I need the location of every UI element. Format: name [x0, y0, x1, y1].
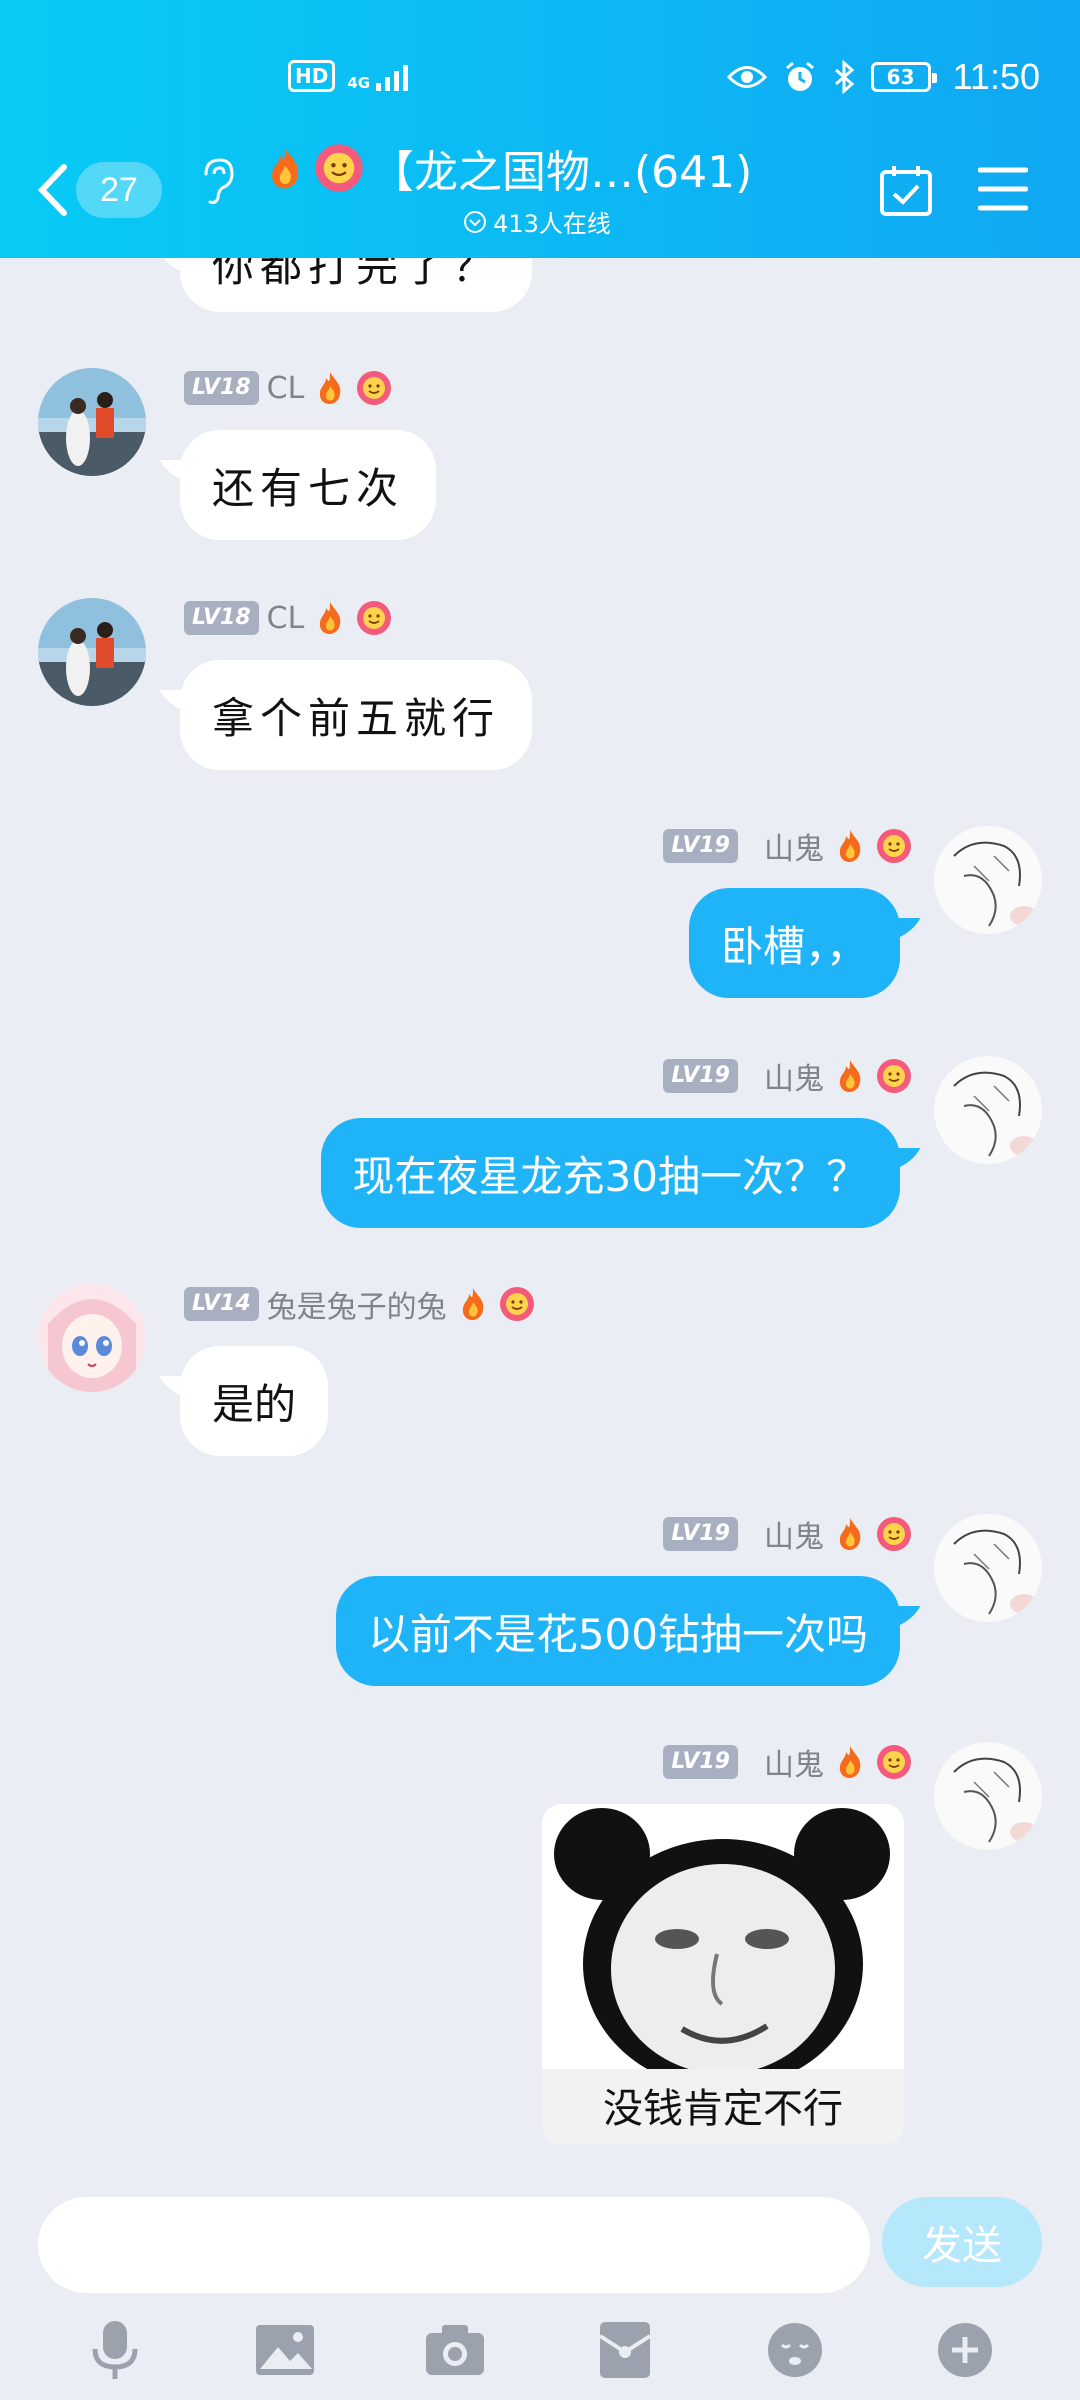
- ear-icon[interactable]: [200, 156, 236, 210]
- sender-name[interactable]: 山鬼: [764, 1740, 824, 1784]
- message-bubble[interactable]: 拿个前五就行: [180, 660, 533, 770]
- fire-icon: [462, 1288, 483, 1320]
- send-button[interactable]: 发送: [882, 2197, 1042, 2287]
- emoji-button[interactable]: [760, 2315, 830, 2385]
- alarm-icon: [783, 60, 817, 94]
- avatar[interactable]: [934, 1742, 1042, 1850]
- fire-icon: [320, 602, 341, 634]
- plus-icon: [938, 2323, 992, 2377]
- fire-icon: [839, 1518, 861, 1550]
- app-header: HD 4G 63 11:50 27 【龙之国物…(641) 413人在线: [0, 0, 1080, 258]
- chevron-down-circle-icon: [464, 210, 487, 233]
- sender-name[interactable]: 山鬼: [764, 1054, 824, 1098]
- calendar-check-icon: [880, 166, 932, 216]
- sender-name[interactable]: 山鬼: [764, 1512, 824, 1556]
- fire-icon: [320, 372, 341, 404]
- image-icon: [256, 2325, 314, 2375]
- composer-toolbar: [0, 2300, 1080, 2400]
- red-packet-button[interactable]: [590, 2315, 660, 2385]
- sender-meta: LV14 兔是兔子的兔: [184, 1282, 535, 1326]
- flower-icon: [315, 144, 363, 192]
- level-badge: LV19: [663, 1745, 738, 1779]
- avatar[interactable]: [934, 1056, 1042, 1164]
- more-button[interactable]: [930, 2315, 1000, 2385]
- battery-icon: 63: [870, 62, 937, 92]
- calendar-button[interactable]: [878, 164, 934, 222]
- level-badge: LV18: [184, 601, 259, 635]
- group-name: 【龙之国物…(641): [370, 147, 753, 198]
- avatar[interactable]: [38, 598, 146, 706]
- bluetooth-icon: [833, 60, 855, 94]
- clock: 11:50: [952, 56, 1040, 97]
- sender-meta: LV19 山鬼: [663, 824, 912, 868]
- red-packet-icon: [598, 2322, 652, 2378]
- menu-button[interactable]: [977, 166, 1029, 216]
- sender-name[interactable]: 兔是兔子的兔: [267, 1282, 447, 1326]
- level-badge: LV14: [184, 1287, 259, 1321]
- flower-icon: [499, 1287, 534, 1321]
- fire-icon: [839, 1746, 861, 1778]
- sender-name[interactable]: 山鬼: [764, 824, 824, 868]
- avatar[interactable]: [934, 826, 1042, 934]
- message-bubble[interactable]: 卧槽，，: [688, 888, 900, 998]
- flower-icon: [357, 371, 392, 405]
- level-badge: LV18: [184, 371, 259, 405]
- flower-icon: [877, 1059, 911, 1093]
- hamburger-icon: [977, 167, 1029, 211]
- message-input[interactable]: [38, 2197, 870, 2293]
- image-button[interactable]: [250, 2315, 320, 2385]
- level-badge: LV19: [663, 1059, 738, 1093]
- flower-icon: [877, 1517, 911, 1551]
- camera-icon: [426, 2325, 484, 2375]
- voice-button[interactable]: [80, 2315, 150, 2385]
- back-button[interactable]: 27: [36, 162, 162, 218]
- sender-meta: LV18 CL: [184, 598, 392, 638]
- sender-meta: LV19 山鬼: [663, 1740, 912, 1784]
- fire-icon: [839, 830, 861, 862]
- network-type: 4G: [347, 74, 371, 92]
- message-bubble[interactable]: 是的: [180, 1346, 329, 1456]
- message-bubble[interactable]: 以前不是花500钻抽一次吗: [335, 1576, 900, 1686]
- message-bubble[interactable]: 还有七次: [180, 430, 437, 540]
- navbar: 27 【龙之国物…(641) 413人在线: [0, 130, 1080, 250]
- online-text: 413人在线: [493, 210, 611, 238]
- sender-meta: LV19 山鬼: [663, 1054, 912, 1098]
- sticker-panda-meme[interactable]: 没钱肯定不行: [542, 1804, 904, 2144]
- level-badge: LV19: [663, 1517, 738, 1551]
- online-count[interactable]: 413人在线: [292, 204, 782, 239]
- flower-icon: [877, 1745, 911, 1779]
- emoji-icon: [768, 2323, 822, 2377]
- avatar[interactable]: [934, 1514, 1042, 1622]
- hd-indicator: HD: [288, 60, 336, 92]
- sender-meta: LV18 CL: [184, 368, 392, 408]
- sender-name[interactable]: CL: [267, 601, 305, 636]
- message-bubble[interactable]: 现在夜星龙充30抽一次？？: [320, 1118, 900, 1228]
- unread-count: 27: [76, 162, 162, 218]
- flower-icon: [357, 601, 392, 635]
- fire-icon: [272, 147, 299, 189]
- signal-icon: 4G: [347, 61, 409, 92]
- chevron-left-icon: [37, 164, 67, 216]
- chat-list[interactable]: 你都打完了？ LV18 CL 还有七次 LV18 CL 拿个前五就行 LV19 …: [0, 0, 1080, 2180]
- fire-icon: [839, 1060, 861, 1092]
- eye-icon: [726, 64, 767, 90]
- microphone-icon: [92, 2321, 138, 2379]
- sticker-caption: 没钱肯定不行: [603, 2086, 843, 2132]
- composer: 发送: [0, 2180, 1080, 2300]
- sender-name[interactable]: CL: [267, 371, 305, 406]
- avatar[interactable]: [38, 368, 146, 476]
- camera-button[interactable]: [420, 2315, 490, 2385]
- flower-icon: [877, 829, 911, 863]
- status-bar: HD 4G 63 11:50: [0, 48, 1080, 112]
- level-badge: LV19: [663, 829, 738, 863]
- sender-meta: LV19 山鬼: [663, 1512, 912, 1556]
- avatar[interactable]: [38, 1284, 146, 1392]
- chat-title[interactable]: 【龙之国物…(641) 413人在线: [262, 136, 782, 239]
